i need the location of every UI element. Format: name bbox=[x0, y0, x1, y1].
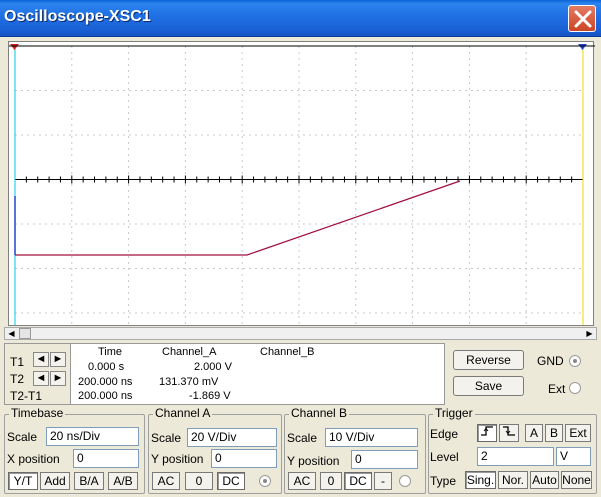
scroll-right-icon[interactable]: ▶ bbox=[583, 328, 596, 339]
mode-add-button[interactable]: Add bbox=[40, 472, 70, 490]
trigger-type-auto-button[interactable]: Auto bbox=[530, 471, 559, 489]
trigger-source-ext-button[interactable]: Ext bbox=[565, 424, 591, 442]
scope-grid bbox=[9, 44, 595, 325]
gnd-radio[interactable] bbox=[569, 355, 581, 367]
channel-b-scale-label: Scale bbox=[287, 431, 318, 445]
t2-t1-channel-a: -1.869 V bbox=[189, 390, 231, 402]
channel-b-ac-button[interactable]: AC bbox=[288, 472, 316, 490]
channel-b-zero-button[interactable]: 0 bbox=[320, 472, 342, 490]
channel-a-ypos-label: Y position bbox=[151, 452, 204, 466]
mode-ba-button[interactable]: B/A bbox=[74, 472, 104, 490]
t2-arrows: ◄ ► bbox=[33, 371, 66, 386]
close-icon bbox=[574, 10, 592, 28]
cursor-readout-panel: T1 ◄ ► T2 ◄ ► T2-T1 Time Channel_A Chann… bbox=[4, 343, 445, 405]
t1-time: 0.000 s bbox=[88, 361, 125, 373]
channel-b-scale-field[interactable]: 10 V/Div bbox=[325, 428, 418, 447]
timebase-title: Timebase bbox=[9, 406, 66, 420]
channel-a-scale-label: Scale bbox=[151, 431, 182, 445]
arrow-right-icon[interactable]: ► bbox=[50, 371, 66, 386]
scroll-left-icon[interactable]: ◀ bbox=[5, 328, 18, 339]
falling-edge-icon bbox=[503, 426, 515, 436]
gnd-label: GND bbox=[537, 354, 564, 368]
arrow-left-icon[interactable]: ◄ bbox=[33, 352, 49, 367]
timebase-scale-field[interactable]: 20 ns/Div bbox=[46, 427, 139, 446]
title-bar: Oscilloscope-XSC1 bbox=[0, 0, 601, 37]
channel-b-dc-button[interactable]: DC bbox=[344, 472, 372, 490]
channel-b-header: Channel_B bbox=[260, 346, 315, 358]
channel-a-ypos-field[interactable]: 0 bbox=[211, 449, 277, 468]
mode-yt-button[interactable]: Y/T bbox=[8, 472, 38, 490]
channel-a-dc-button[interactable]: DC bbox=[217, 472, 245, 490]
t2-label: T2 bbox=[10, 372, 25, 386]
trigger-type-single-button[interactable]: Sing. bbox=[465, 471, 496, 489]
cursor-1-marker[interactable] bbox=[10, 44, 19, 50]
t2-t1-time: 200.000 ns bbox=[78, 390, 133, 402]
falling-edge-button[interactable] bbox=[499, 424, 519, 442]
scroll-thumb[interactable] bbox=[19, 328, 31, 339]
reverse-button[interactable]: Reverse bbox=[453, 350, 524, 370]
ext-label: Ext bbox=[548, 382, 566, 396]
save-button[interactable]: Save bbox=[453, 376, 524, 396]
channel-b-invert-button[interactable]: - bbox=[374, 472, 392, 490]
channel-b-ypos-label: Y position bbox=[287, 454, 340, 468]
t2-channel-a: 131.370 mV bbox=[159, 376, 219, 388]
trigger-source-b-button[interactable]: B bbox=[545, 424, 563, 442]
timebase-scale-label: Scale bbox=[7, 430, 38, 444]
arrow-left-icon[interactable]: ◄ bbox=[33, 371, 49, 386]
t1-channel-a: 2.000 V bbox=[194, 361, 232, 373]
channel-b-dc-radio[interactable] bbox=[399, 475, 411, 487]
channel-a-title: Channel A bbox=[153, 406, 213, 420]
trigger-type-none-button[interactable]: None bbox=[561, 471, 592, 489]
channel-a-header: Channel_A bbox=[162, 346, 217, 358]
trigger-level-unit[interactable]: V bbox=[556, 447, 591, 466]
arrow-right-icon[interactable]: ► bbox=[50, 352, 66, 367]
t1-arrows: ◄ ► bbox=[33, 352, 66, 367]
t2-t1-label: T2-T1 bbox=[10, 389, 43, 403]
channel-a-group: Channel A Scale 20 V/Div Y position 0 AC… bbox=[148, 406, 282, 494]
trigger-group: Trigger Edge A B Ext Level 2 V Type Sing… bbox=[428, 406, 597, 494]
trigger-type-normal-button[interactable]: Nor. bbox=[498, 471, 528, 489]
edge-label: Edge bbox=[430, 427, 459, 441]
x-position-field[interactable]: 0 bbox=[73, 449, 139, 468]
ext-radio[interactable] bbox=[569, 382, 581, 394]
channel-b-group: Channel B Scale 10 V/Div Y position 0 AC… bbox=[284, 406, 426, 494]
mode-ab-button[interactable]: A/B bbox=[108, 472, 138, 490]
channel-a-scale-field[interactable]: 20 V/Div bbox=[187, 428, 277, 447]
rising-edge-icon bbox=[481, 426, 493, 436]
cursor-table: Time Channel_A Channel_B 0.000 s 2.000 V… bbox=[70, 344, 444, 404]
trigger-source-a-button[interactable]: A bbox=[525, 424, 543, 442]
cursor-controls: T1 ◄ ► T2 ◄ ► T2-T1 bbox=[5, 344, 69, 404]
channel-a-dc-radio[interactable] bbox=[259, 475, 271, 487]
channel-a-zero-button[interactable]: 0 bbox=[185, 472, 213, 490]
level-label: Level bbox=[430, 450, 459, 464]
trigger-level-field[interactable]: 2 bbox=[477, 447, 554, 466]
channel-a-trace bbox=[15, 180, 461, 256]
t2-time: 200.000 ns bbox=[78, 376, 133, 388]
oscilloscope-screen[interactable] bbox=[8, 41, 595, 326]
horizontal-scrollbar[interactable]: ◀ ▶ bbox=[4, 327, 597, 340]
rising-edge-button[interactable] bbox=[477, 424, 497, 442]
timebase-group: Timebase Scale 20 ns/Div X position 0 Y/… bbox=[4, 406, 145, 494]
channel-b-ypos-field[interactable]: 0 bbox=[351, 450, 418, 469]
time-header: Time bbox=[98, 346, 123, 358]
channel-b-title: Channel B bbox=[289, 406, 350, 420]
t1-label: T1 bbox=[10, 355, 25, 369]
channel-a-ac-button[interactable]: AC bbox=[152, 472, 180, 490]
x-position-label: X position bbox=[7, 452, 60, 466]
trigger-title: Trigger bbox=[433, 406, 475, 420]
type-label: Type bbox=[430, 474, 457, 488]
window-title: Oscilloscope-XSC1 bbox=[4, 8, 151, 25]
close-button[interactable] bbox=[568, 5, 596, 32]
cursor-2-marker[interactable] bbox=[578, 44, 587, 50]
